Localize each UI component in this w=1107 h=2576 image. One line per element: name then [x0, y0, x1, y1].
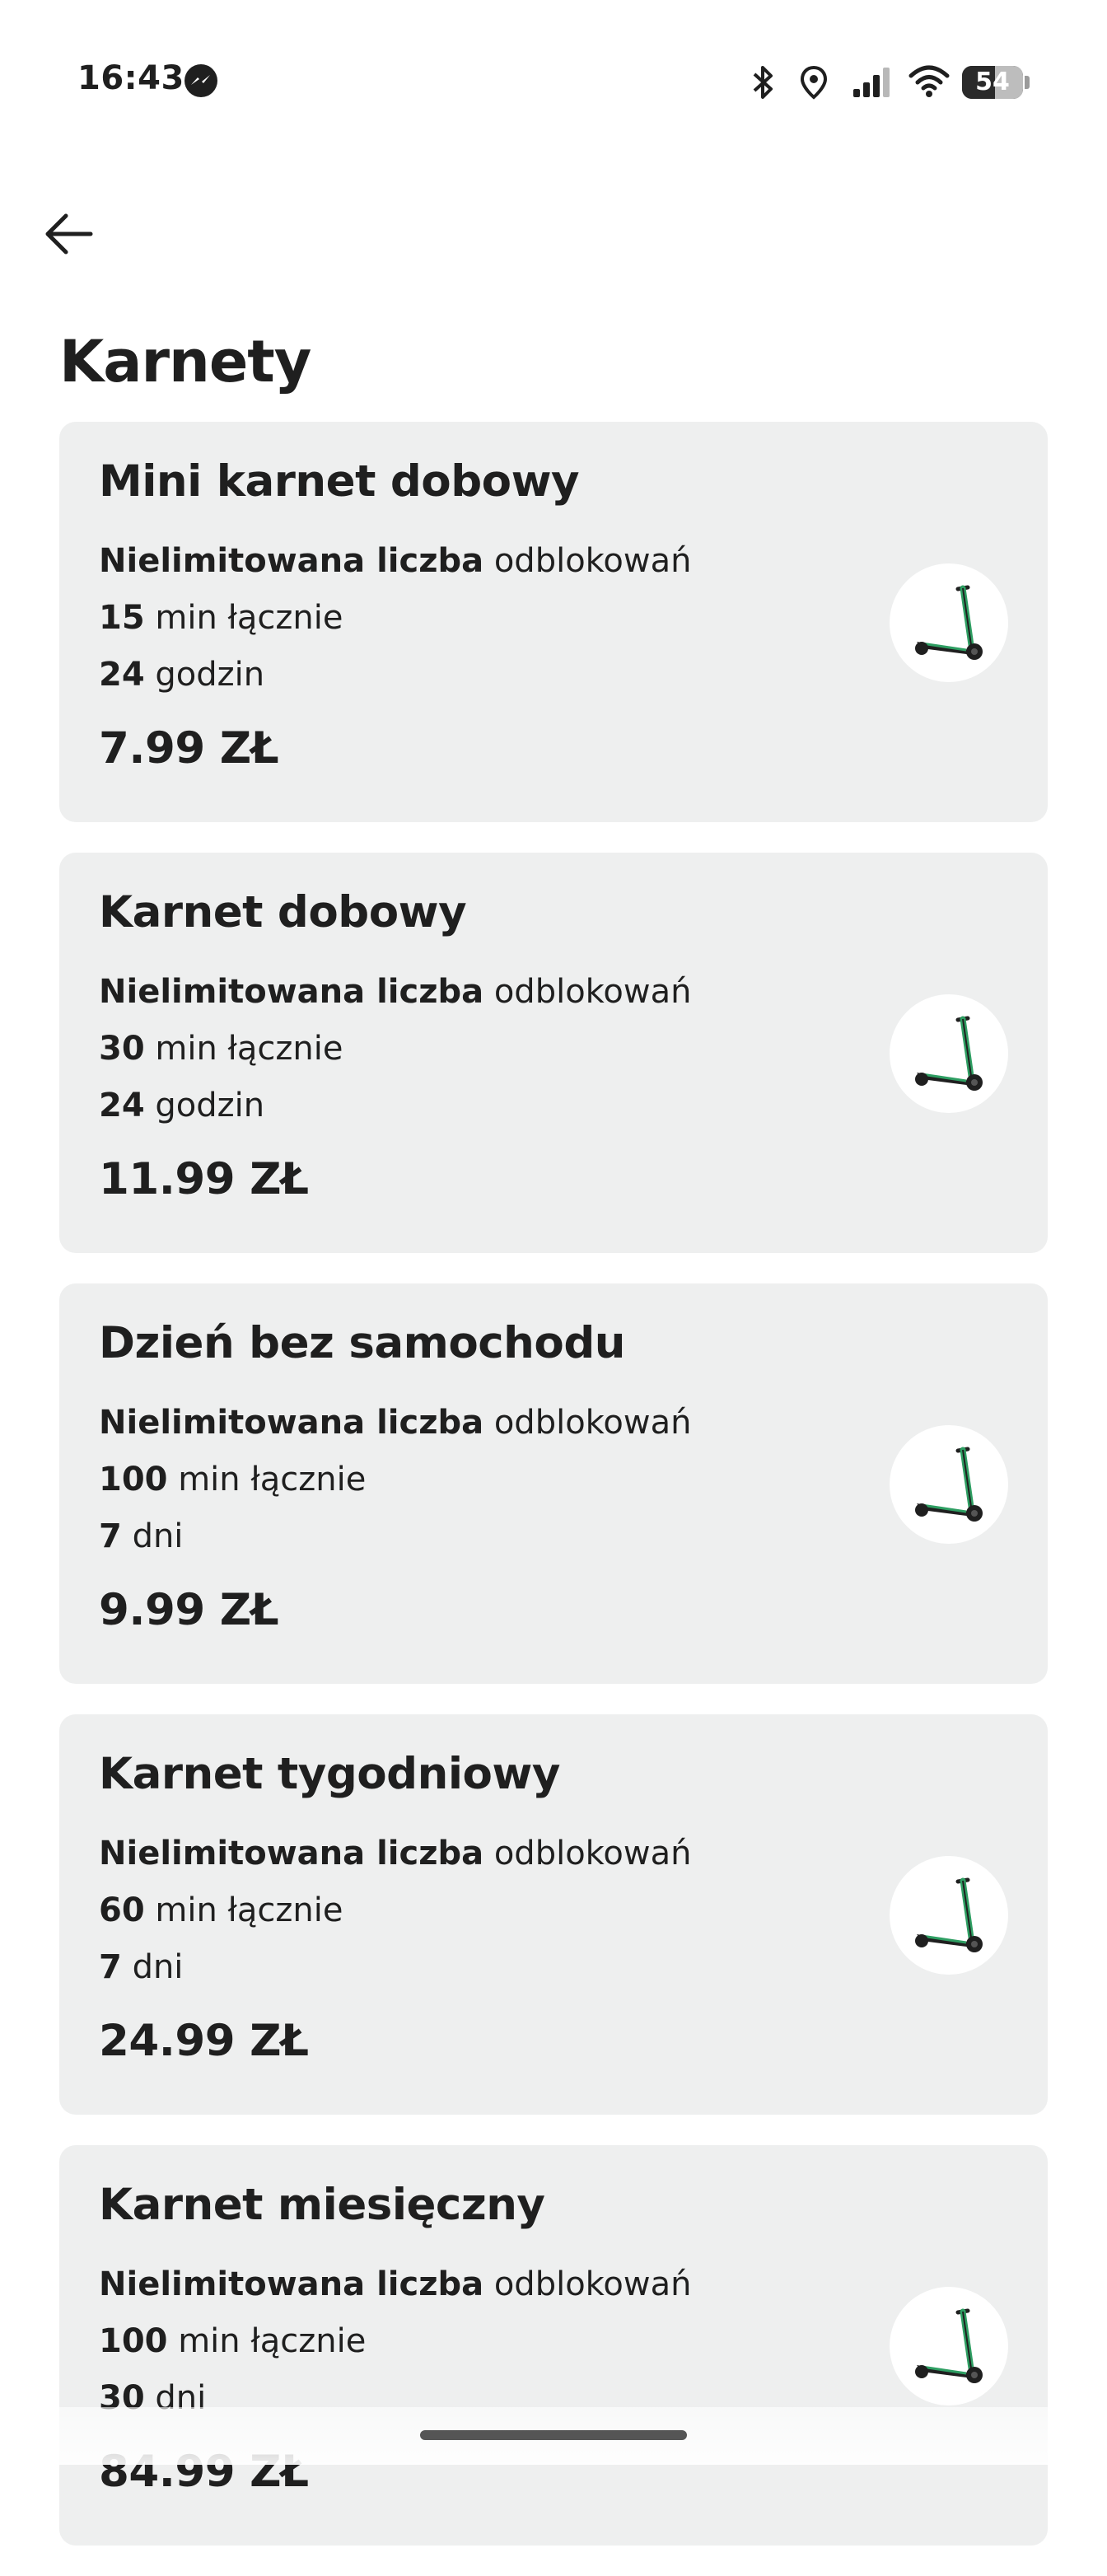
- pass-unlocks: Nielimitowana liczba odblokowań: [99, 542, 691, 580]
- messenger-icon: [184, 64, 217, 97]
- pass-detail-label: odblokowań: [493, 542, 692, 580]
- battery-level: 54: [975, 68, 1010, 96]
- scooter-image: [890, 2287, 1008, 2405]
- pass-duration: 24 godzin: [99, 1087, 264, 1124]
- pass-detail-value: Nielimitowana liczba: [99, 973, 484, 1011]
- pass-card[interactable]: Karnet miesięczny Nielimitowana liczba o…: [59, 2145, 1048, 2546]
- pass-minutes: 60 min łącznie: [99, 1891, 343, 1929]
- pass-title: Karnet miesięczny: [99, 2180, 545, 2230]
- pass-detail-value: Nielimitowana liczba: [99, 1404, 484, 1442]
- pass-title: Karnet tygodniowy: [99, 1749, 560, 1799]
- pass-price: 24.99 ZŁ: [99, 2016, 309, 2066]
- pass-detail-value: 7: [99, 1948, 122, 1986]
- pass-minutes: 30 min łącznie: [99, 1030, 343, 1068]
- scooter-icon: [915, 2308, 983, 2383]
- scooter-icon: [915, 585, 983, 660]
- scooter-image: [890, 563, 1008, 682]
- pass-detail-label: odblokowań: [493, 973, 692, 1011]
- wifi-icon: [908, 65, 950, 97]
- pass-detail-label: min łącznie: [178, 1461, 367, 1498]
- pass-price: 7.99 ZŁ: [99, 723, 279, 774]
- scooter-image: [890, 1425, 1008, 1544]
- pass-unlocks: Nielimitowana liczba odblokowań: [99, 2265, 691, 2303]
- pass-card[interactable]: Karnet dobowy Nielimitowana liczba odblo…: [59, 853, 1048, 1253]
- pass-detail-value: 100: [99, 1461, 168, 1498]
- pass-detail-label: min łącznie: [178, 2322, 367, 2360]
- pass-detail-label: min łącznie: [155, 1030, 343, 1068]
- location-icon: [800, 65, 828, 100]
- pass-minutes: 100 min łącznie: [99, 2322, 366, 2360]
- pass-detail-label: min łącznie: [155, 1891, 343, 1929]
- battery-icon: 54: [962, 66, 1030, 99]
- pass-unlocks: Nielimitowana liczba odblokowań: [99, 1835, 691, 1872]
- pass-card[interactable]: Mini karnet dobowy Nielimitowana liczba …: [59, 422, 1048, 822]
- pass-duration: 7 dni: [99, 1517, 183, 1555]
- pass-detail-value: 7: [99, 1517, 122, 1555]
- pass-unlocks: Nielimitowana liczba odblokowań: [99, 973, 691, 1011]
- pass-list: Mini karnet dobowy Nielimitowana liczba …: [59, 422, 1048, 2576]
- pass-duration: 24 godzin: [99, 656, 264, 694]
- pass-minutes: 15 min łącznie: [99, 599, 343, 637]
- pass-detail-value: 100: [99, 2322, 168, 2360]
- pass-title: Dzień bez samochodu: [99, 1318, 626, 1368]
- pass-detail-label: odblokowań: [493, 1404, 692, 1442]
- pass-detail-label: dni: [132, 1517, 184, 1555]
- pass-title: Mini karnet dobowy: [99, 456, 580, 507]
- pass-duration: 7 dni: [99, 1948, 183, 1986]
- page-title: Karnety: [59, 328, 311, 395]
- scooter-icon: [915, 1016, 983, 1091]
- pass-detail-value: 24: [99, 1087, 145, 1124]
- home-indicator[interactable]: [420, 2430, 687, 2440]
- pass-detail-value: 15: [99, 599, 145, 637]
- pass-detail-value: Nielimitowana liczba: [99, 1835, 484, 1872]
- pass-detail-label: odblokowań: [493, 1835, 692, 1872]
- pass-detail-value: 30: [99, 1030, 145, 1068]
- bluetooth-icon: [753, 66, 773, 99]
- scooter-image: [890, 1856, 1008, 1975]
- pass-price: 9.99 ZŁ: [99, 1585, 279, 1635]
- pass-detail-label: dni: [132, 1948, 184, 1986]
- scooter-image: [890, 994, 1008, 1113]
- pass-detail-value: 24: [99, 656, 145, 694]
- pass-detail-value: Nielimitowana liczba: [99, 542, 484, 580]
- pass-unlocks: Nielimitowana liczba odblokowań: [99, 1404, 691, 1442]
- pass-price: 11.99 ZŁ: [99, 1154, 309, 1204]
- pass-title: Karnet dobowy: [99, 887, 467, 937]
- scooter-icon: [915, 1877, 983, 1952]
- scooter-icon: [915, 1447, 983, 1522]
- pass-detail-label: godzin: [155, 656, 265, 694]
- signal-icon: [853, 68, 890, 97]
- pass-detail-value: Nielimitowana liczba: [99, 2265, 484, 2303]
- pass-detail-value: 60: [99, 1891, 145, 1929]
- status-bar: 16:43 54: [0, 0, 1107, 165]
- pass-card[interactable]: Karnet tygodniowy Nielimitowana liczba o…: [59, 1714, 1048, 2115]
- pass-minutes: 100 min łącznie: [99, 1461, 366, 1498]
- pass-detail-label: odblokowań: [493, 2265, 692, 2303]
- pass-card[interactable]: Dzień bez samochodu Nielimitowana liczba…: [59, 1283, 1048, 1684]
- pass-detail-label: min łącznie: [155, 599, 343, 637]
- status-time: 16:43: [77, 59, 184, 97]
- pass-detail-label: godzin: [155, 1087, 265, 1124]
- back-arrow-icon[interactable]: [41, 206, 97, 262]
